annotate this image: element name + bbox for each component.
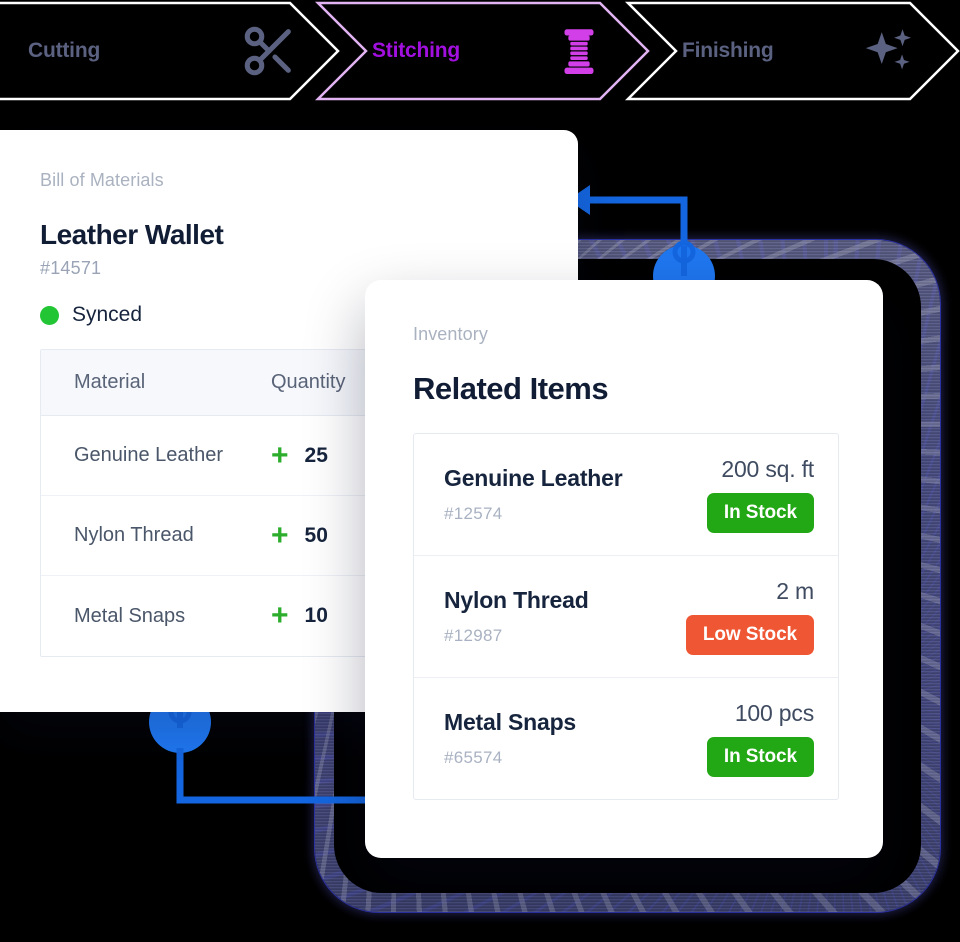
list-item-info: Genuine Leather #12574 [444, 456, 623, 533]
pipeline-step-stitching-label: Stitching [372, 39, 461, 62]
list-item-name: Genuine Leather [444, 465, 623, 491]
status-badge: In Stock [706, 737, 814, 777]
status-dot-icon [40, 305, 59, 325]
list-item-id: #12987 [444, 626, 503, 645]
related-items-list: Genuine Leather #12574 200 sq. ft In Sto… [413, 433, 839, 800]
screen-root: Cutting Stitching Finishing Bill of Mate… [0, 0, 960, 942]
list-item-id: #65574 [444, 748, 503, 767]
list-item-name: Metal Snaps [444, 709, 577, 735]
sparkles-icon [860, 22, 918, 80]
plus-icon[interactable]: + [271, 440, 289, 471]
thread-spool-icon [550, 22, 608, 80]
pipeline-step-finishing[interactable]: Finishing [628, 2, 958, 100]
list-item-meta: 200 sq. ft In Stock [706, 456, 814, 533]
bom-row-quantity-cell: + 10 [271, 601, 328, 631]
bom-row-quantity: 10 [304, 604, 328, 627]
bom-col-material: Material [74, 371, 146, 393]
bom-title: Leather Wallet [40, 219, 224, 250]
status-badge: Low Stock [685, 615, 814, 655]
bom-row-material: Genuine Leather [74, 444, 224, 466]
scissors-icon [240, 22, 298, 80]
list-item[interactable]: Genuine Leather #12574 200 sq. ft In Sto… [414, 434, 838, 556]
pipeline-step-stitching[interactable]: Stitching [318, 2, 648, 100]
plus-icon[interactable]: + [271, 601, 289, 631]
list-item[interactable]: Nylon Thread #12987 2 m Low Stock [414, 556, 838, 678]
list-item-info: Nylon Thread #12987 [444, 578, 589, 655]
bom-row-quantity-cell: + 25 [271, 440, 328, 471]
list-item-quantity: 200 sq. ft [721, 456, 814, 482]
list-item-quantity: 100 pcs [734, 700, 814, 726]
bom-row-quantity: 50 [304, 523, 328, 547]
list-item-meta: 100 pcs In Stock [706, 700, 814, 777]
bom-row-material: Nylon Thread [74, 524, 194, 546]
pipeline-step-finishing-label: Finishing [682, 39, 774, 62]
bom-status-label: Synced [72, 303, 143, 326]
bom-eyebrow: Bill of Materials [40, 170, 164, 190]
list-item-id: #12574 [444, 504, 503, 523]
list-item-quantity: 2 m [776, 578, 814, 604]
bom-row-quantity: 25 [304, 443, 328, 467]
status-badge: In Stock [706, 493, 814, 533]
list-item[interactable]: Metal Snaps #65574 100 pcs In Stock [414, 678, 838, 799]
bom-row-quantity-cell: + 50 [271, 520, 328, 551]
inventory-eyebrow: Inventory [413, 324, 488, 344]
inventory-card: Inventory Related Items Genuine Leather … [365, 280, 883, 858]
list-item-meta: 2 m Low Stock [685, 578, 814, 655]
bom-col-quantity: Quantity [271, 371, 346, 393]
bom-reference: #14571 [40, 258, 102, 278]
pipeline-step-cutting[interactable]: Cutting [0, 2, 338, 100]
list-item-name: Nylon Thread [444, 587, 589, 613]
list-item-info: Metal Snaps #65574 [444, 700, 576, 777]
inventory-title: Related Items [413, 371, 609, 406]
plus-icon[interactable]: + [271, 520, 289, 551]
bom-row-material: Metal Snaps [74, 604, 186, 627]
process-pipeline: Cutting Stitching Finishing [0, 0, 960, 102]
pipeline-step-cutting-label: Cutting [28, 39, 101, 62]
